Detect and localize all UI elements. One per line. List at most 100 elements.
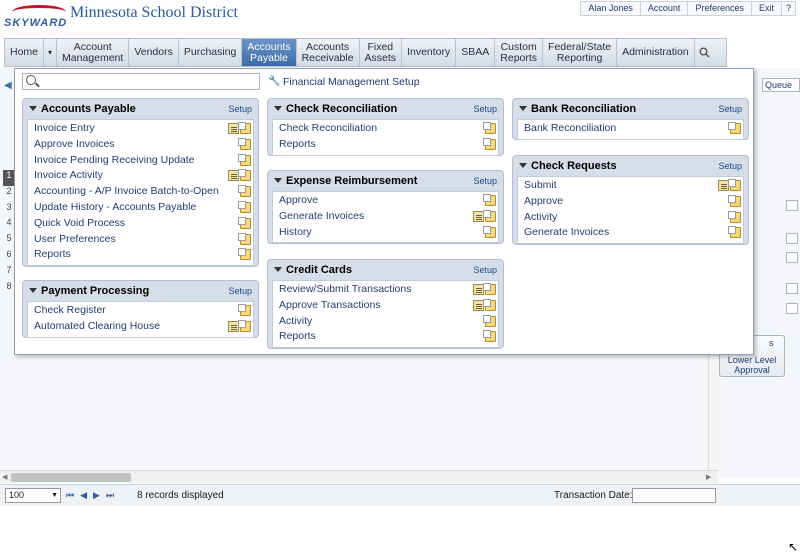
panel-header[interactable]: Credit Cards Setup — [268, 260, 503, 280]
add-to-favorites-icon[interactable] — [728, 194, 741, 207]
right-control-5[interactable] — [786, 303, 798, 314]
menu-item[interactable]: Reports — [273, 329, 498, 345]
nav-home[interactable]: Home — [5, 39, 45, 66]
add-to-favorites-icon[interactable] — [483, 194, 496, 206]
add-to-favorites-icon[interactable] — [483, 209, 496, 222]
panel-header[interactable]: Check Reconciliation Setup — [268, 99, 503, 119]
nav-inventory[interactable]: Inventory — [402, 39, 457, 66]
nav-vendors[interactable]: Vendors — [129, 39, 179, 66]
menu-item[interactable]: Invoice Pending Receiving Update — [28, 153, 253, 169]
nav-account-management[interactable]: Account Management — [57, 39, 130, 66]
setup-link[interactable]: Setup — [473, 260, 497, 280]
menu-item[interactable]: User Preferences — [28, 232, 253, 248]
menu-item[interactable]: Approve Invoices — [28, 137, 253, 153]
horizontal-scrollbar[interactable]: ◀ ▶ — [0, 470, 718, 483]
menu-item[interactable]: Activity — [273, 314, 498, 330]
menu-item[interactable]: Activity — [518, 210, 743, 226]
add-to-favorites-icon[interactable] — [728, 122, 741, 134]
menu-item[interactable]: Approve — [273, 193, 498, 209]
menu-item[interactable]: Generate Invoices — [273, 209, 498, 225]
add-to-favorites-icon[interactable] — [483, 298, 496, 311]
nav-fixed-assets[interactable]: Fixed Assets — [360, 39, 403, 66]
panel-header[interactable]: Payment Processing Setup — [23, 281, 258, 301]
financial-management-setup-link[interactable]: 🔧 Financial Management Setup — [268, 76, 420, 88]
help-button[interactable]: ? — [782, 2, 795, 15]
menu-item[interactable]: Check Reconciliation — [273, 121, 498, 137]
menu-item[interactable]: Bank Reconciliation — [518, 121, 743, 137]
menu-item[interactable]: History — [273, 225, 498, 241]
menu-item[interactable]: Check Register — [28, 303, 253, 319]
nav-custom-reports[interactable]: Custom Reports — [495, 39, 544, 66]
nav-search-icon[interactable] — [695, 39, 715, 66]
add-to-favorites-icon[interactable] — [238, 248, 251, 261]
menu-item[interactable]: Invoice Entry — [28, 121, 253, 137]
add-to-favorites-icon[interactable] — [238, 153, 251, 166]
menu-item[interactable]: Reports — [28, 247, 253, 263]
menu-item[interactable]: Review/Submit Transactions — [273, 282, 498, 298]
nav-administration[interactable]: Administration — [617, 39, 695, 66]
menu-item[interactable]: Generate Invoices — [518, 225, 743, 241]
user-name-link[interactable]: Alan Jones — [581, 2, 641, 15]
menu-item[interactable]: Approve — [518, 194, 743, 210]
add-to-favorites-icon[interactable] — [483, 225, 496, 238]
collapse-triangle-icon[interactable] — [274, 177, 282, 183]
setup-link[interactable]: Setup — [473, 99, 497, 119]
last-page-icon[interactable]: ⏭ — [106, 490, 114, 501]
setup-link[interactable]: Setup — [473, 171, 497, 191]
setup-link[interactable]: Setup — [718, 99, 742, 119]
setup-link[interactable]: Setup — [228, 99, 252, 119]
add-to-favorites-icon[interactable] — [238, 200, 251, 213]
add-to-favorites-icon[interactable] — [483, 122, 496, 134]
menu-item[interactable]: Update History - Accounts Payable — [28, 200, 253, 216]
add-to-favorites-icon[interactable] — [483, 314, 496, 327]
setup-link[interactable]: Setup — [718, 156, 742, 176]
queue-button[interactable]: Queue — [762, 78, 800, 92]
collapse-triangle-icon[interactable] — [274, 266, 282, 272]
collapse-triangle-icon[interactable] — [29, 105, 37, 111]
menu-item[interactable]: Reports — [273, 137, 498, 153]
nav-home-dropdown[interactable]: ▾ — [44, 39, 58, 66]
collapse-triangle-icon[interactable] — [519, 162, 527, 168]
nav-sbaa[interactable]: SBAA — [456, 39, 496, 66]
panel-header[interactable]: Expense Reimbursement Setup — [268, 171, 503, 191]
menu-item[interactable]: Automated Clearing House — [28, 319, 253, 335]
scroll-thumb[interactable] — [11, 473, 131, 482]
right-control-4[interactable] — [786, 283, 798, 294]
menu-item[interactable]: Approve Transactions — [273, 298, 498, 314]
right-control-2[interactable] — [786, 233, 798, 244]
menu-item[interactable]: Invoice Activity — [28, 168, 253, 184]
add-to-favorites-icon[interactable] — [238, 232, 251, 245]
scroll-left-icon[interactable]: ◀ — [2, 473, 7, 481]
menu-search-input[interactable] — [22, 73, 260, 90]
collapse-arrow-icon[interactable]: ◀ — [4, 80, 14, 94]
add-to-favorites-icon[interactable] — [238, 137, 251, 150]
account-link[interactable]: Account — [641, 2, 689, 15]
add-to-favorites-icon[interactable] — [728, 179, 741, 191]
add-to-favorites-icon[interactable] — [483, 283, 496, 295]
menu-item[interactable]: Quick Void Process — [28, 216, 253, 232]
nav-accounts-payable[interactable]: Accounts Payable — [242, 39, 297, 66]
add-to-favorites-icon[interactable] — [238, 169, 251, 182]
panel-header[interactable]: Check Requests Setup — [513, 156, 748, 176]
panel-header[interactable]: Accounts Payable Setup — [23, 99, 258, 119]
collapse-triangle-icon[interactable] — [519, 105, 527, 111]
right-control-1[interactable] — [786, 200, 798, 211]
scroll-right-icon[interactable]: ▶ — [706, 473, 711, 481]
nav-federal-state-reporting[interactable]: Federal/State Reporting — [543, 39, 618, 66]
next-page-icon[interactable]: ▶ — [93, 490, 100, 501]
add-to-favorites-icon[interactable] — [238, 122, 251, 134]
menu-item[interactable]: Accounting - A/P Invoice Batch-to-Open — [28, 184, 253, 200]
right-control-3[interactable] — [786, 252, 798, 263]
panel-header[interactable]: Bank Reconciliation Setup — [513, 99, 748, 119]
collapse-triangle-icon[interactable] — [274, 105, 282, 111]
transaction-date-input[interactable] — [632, 488, 716, 503]
exit-link[interactable]: Exit — [752, 2, 782, 15]
add-to-favorites-icon[interactable] — [728, 210, 741, 223]
nav-accounts-receivable[interactable]: Accounts Receivable — [297, 39, 360, 66]
add-to-favorites-icon[interactable] — [238, 216, 251, 229]
menu-item[interactable]: Submit — [518, 178, 743, 194]
add-to-favorites-icon[interactable] — [728, 226, 741, 239]
collapse-triangle-icon[interactable] — [29, 287, 37, 293]
add-to-favorites-icon[interactable] — [483, 330, 496, 343]
nav-purchasing[interactable]: Purchasing — [179, 39, 243, 66]
